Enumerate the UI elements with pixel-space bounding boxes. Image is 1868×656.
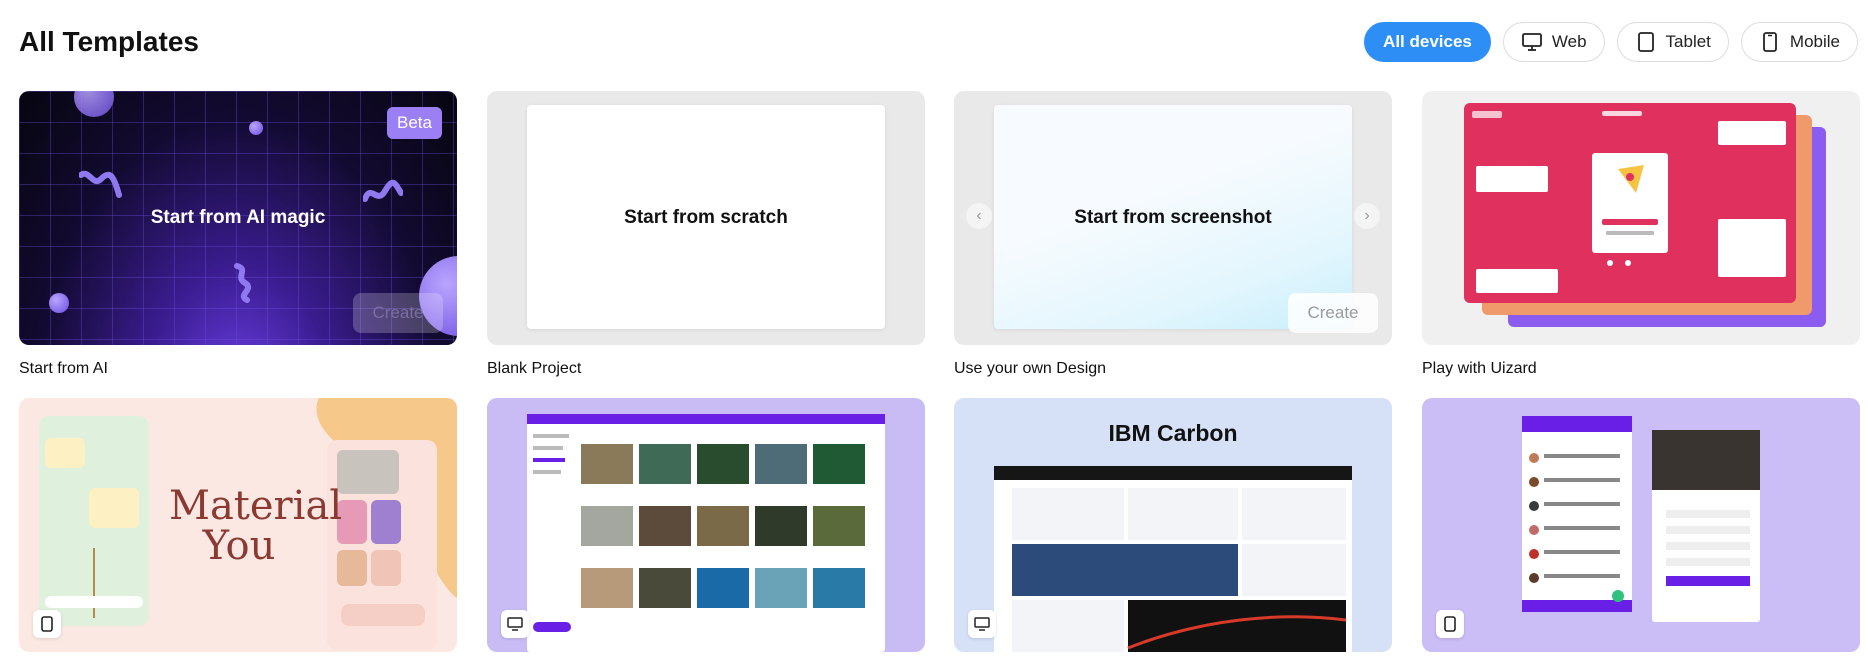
inbox-app-illustration xyxy=(1522,416,1760,622)
ribbon-decoration xyxy=(234,263,252,303)
photos-app-illustration xyxy=(527,414,885,652)
create-button[interactable]: Create xyxy=(353,293,443,333)
screenshot-label: Start from screenshot xyxy=(1074,207,1272,228)
ribbon-decoration xyxy=(79,170,122,198)
page-title: All Templates xyxy=(19,26,199,57)
monitor-icon xyxy=(968,610,996,638)
scratch-label: Start from scratch xyxy=(624,207,788,228)
card-caption: Blank Project xyxy=(487,360,582,377)
filter-label: Web xyxy=(1551,32,1587,51)
blank-thumbnail: Start from scratch xyxy=(487,91,925,345)
ribbon-decoration xyxy=(363,179,403,202)
tablet-icon xyxy=(1635,31,1657,53)
material-thumbnail: Material You xyxy=(19,398,457,652)
mobile-icon xyxy=(33,610,61,638)
screenshot-thumbnail: ‹ › Start from screenshot Create xyxy=(954,91,1392,345)
carbon-dashboard-illustration xyxy=(994,466,1352,652)
card-caption: Start from AI xyxy=(19,360,108,377)
card-caption: Use your own Design xyxy=(954,360,1107,377)
uizard-preview-illustration xyxy=(1464,103,1826,327)
filter-mobile[interactable]: Mobile xyxy=(1740,22,1858,62)
filter-tablet[interactable]: Tablet xyxy=(1616,22,1729,62)
bubble-decoration xyxy=(249,121,263,135)
beta-badge: Beta xyxy=(387,107,442,139)
filter-label: Mobile xyxy=(1789,32,1840,51)
ai-magic-label: Start from AI magic xyxy=(150,207,326,228)
card-caption: Play with Uizard xyxy=(1422,360,1537,377)
device-filter-group: All devices Web Tablet Mobile xyxy=(1364,22,1858,62)
monitor-icon xyxy=(1521,31,1543,53)
inbox-thumbnail xyxy=(1422,398,1860,652)
ai-thumbnail: Start from AI magic Beta Create xyxy=(19,91,457,345)
material-you-title: Material You xyxy=(169,483,343,569)
photos-thumbnail xyxy=(487,398,925,652)
mobile-icon xyxy=(1436,610,1464,638)
uizard-thumbnail xyxy=(1422,91,1860,345)
filter-all-devices[interactable]: All devices xyxy=(1364,22,1491,62)
filter-label: All devices xyxy=(1383,32,1472,51)
filter-web[interactable]: Web xyxy=(1502,22,1605,62)
create-button[interactable]: Create xyxy=(1288,293,1378,333)
templates-header: All Templates All devices Web Tablet Mob… xyxy=(19,22,1858,62)
monitor-icon xyxy=(501,610,529,638)
mobile-icon xyxy=(1759,31,1781,53)
filter-label: Tablet xyxy=(1665,32,1711,51)
carbon-thumbnail: IBM Carbon xyxy=(954,398,1392,652)
bubble-decoration xyxy=(49,293,69,313)
